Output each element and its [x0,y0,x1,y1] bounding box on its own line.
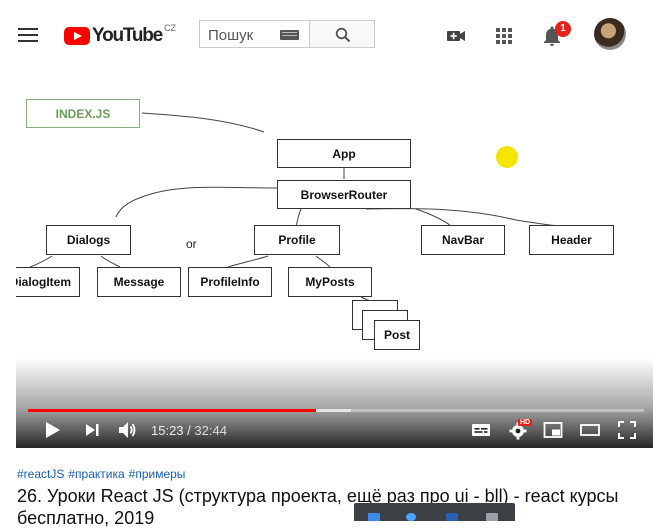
theater-icon[interactable] [580,420,600,440]
hd-badge: HD [518,419,533,426]
my-posts-box: MyPosts [288,267,372,297]
post-box: Post [374,320,420,350]
app-box: App [277,139,411,168]
keyboard-icon[interactable] [280,30,299,40]
notification-badge: 1 [555,21,571,37]
fullscreen-icon[interactable] [617,420,637,440]
volume-icon[interactable] [117,420,137,440]
taskbar-app-icon[interactable] [486,513,498,521]
highlight-marker [496,146,518,168]
logo-country: CZ [164,23,177,33]
logo-text: YouTube [92,25,163,46]
dialogs-box: Dialogs [46,225,131,255]
apps-grid-icon[interactable] [492,24,516,48]
youtube-play-logo-icon [64,27,90,45]
avatar[interactable] [594,18,626,50]
message-box: Message [97,267,181,297]
browser-router-box: BrowserRouter [277,180,411,209]
video-player[interactable]: INDEX.JS App BrowserRouter Dialogs or Pr… [16,72,653,448]
time-display: 15:23 / 32:44 [151,423,227,438]
progress-bar[interactable] [28,409,644,412]
hashtags: #reactJS #практика #примеры [17,467,189,481]
dialog-item-box: DialogItem [16,267,80,297]
video-title: 26. Уроки React JS (структура проекта, е… [17,486,619,528]
progress-played [28,409,317,412]
or-label: or [186,237,197,251]
menu-icon[interactable] [18,28,38,42]
taskbar-app-icon[interactable] [446,513,458,521]
search-button[interactable] [309,20,375,48]
video-camera-icon[interactable] [444,24,468,48]
navbar-box: NavBar [421,225,505,255]
os-taskbar [354,503,515,521]
time-separator: / [183,423,195,438]
subtitles-icon[interactable] [471,420,491,440]
search-box [199,20,310,48]
header-box: Header [529,225,614,255]
search-input[interactable] [206,22,280,48]
search-icon [335,27,351,43]
miniplayer-icon[interactable] [543,420,563,440]
profile-box: Profile [254,225,340,255]
taskbar-app-icon[interactable] [368,513,380,521]
current-time: 15:23 [151,423,184,438]
youtube-logo[interactable]: YouTube CZ [64,23,177,47]
play-icon[interactable] [42,420,62,440]
duration: 32:44 [194,423,227,438]
hashtag-link[interactable]: #примеры [129,467,186,481]
taskbar-app-icon[interactable] [406,513,416,521]
hashtag-link[interactable]: #reactJS [17,467,64,481]
profile-info-box: ProfileInfo [188,267,272,297]
hashtag-link[interactable]: #практика [68,467,124,481]
index-js-box: INDEX.JS [26,99,140,128]
top-bar: YouTube CZ 1 [0,0,653,72]
next-icon[interactable] [82,420,102,440]
